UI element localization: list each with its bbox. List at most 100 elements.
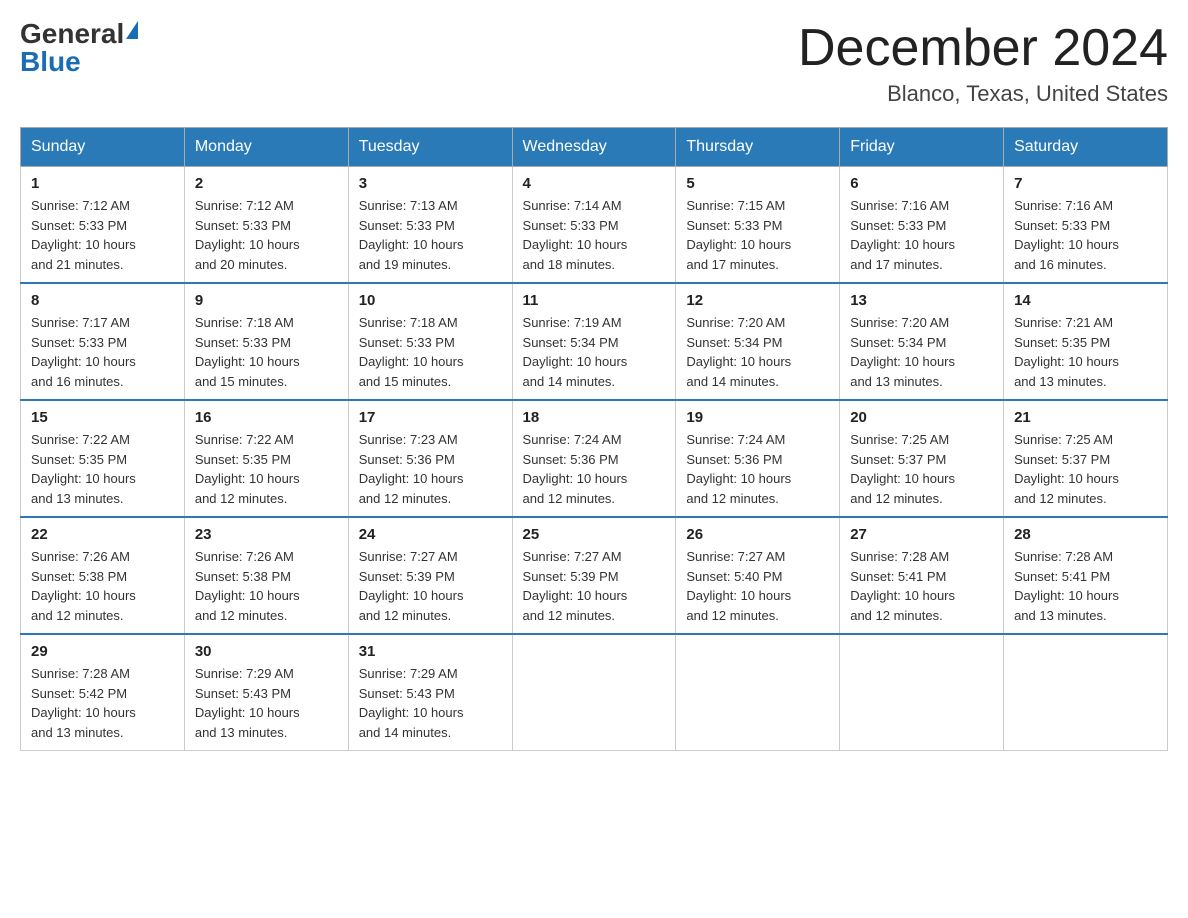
day-number: 26 <box>686 526 829 543</box>
header-monday: Monday <box>184 128 348 167</box>
table-row: 12 Sunrise: 7:20 AM Sunset: 5:34 PM Dayl… <box>676 283 840 400</box>
day-info: Sunrise: 7:20 AM Sunset: 5:34 PM Dayligh… <box>850 313 993 391</box>
page-header: General Blue December 2024 Blanco, Texas… <box>20 20 1168 107</box>
calendar-week-row: 15 Sunrise: 7:22 AM Sunset: 5:35 PM Dayl… <box>21 400 1168 517</box>
day-number: 21 <box>1014 409 1157 426</box>
day-number: 3 <box>359 175 502 192</box>
table-row: 13 Sunrise: 7:20 AM Sunset: 5:34 PM Dayl… <box>840 283 1004 400</box>
header-thursday: Thursday <box>676 128 840 167</box>
day-info: Sunrise: 7:21 AM Sunset: 5:35 PM Dayligh… <box>1014 313 1157 391</box>
calendar-week-row: 29 Sunrise: 7:28 AM Sunset: 5:42 PM Dayl… <box>21 634 1168 751</box>
day-number: 5 <box>686 175 829 192</box>
day-info: Sunrise: 7:12 AM Sunset: 5:33 PM Dayligh… <box>195 196 338 274</box>
logo-triangle-icon <box>126 21 138 39</box>
day-number: 18 <box>523 409 666 426</box>
day-info: Sunrise: 7:25 AM Sunset: 5:37 PM Dayligh… <box>850 430 993 508</box>
table-row: 31 Sunrise: 7:29 AM Sunset: 5:43 PM Dayl… <box>348 634 512 751</box>
table-row: 17 Sunrise: 7:23 AM Sunset: 5:36 PM Dayl… <box>348 400 512 517</box>
day-number: 24 <box>359 526 502 543</box>
header-wednesday: Wednesday <box>512 128 676 167</box>
day-number: 30 <box>195 643 338 660</box>
day-info: Sunrise: 7:24 AM Sunset: 5:36 PM Dayligh… <box>686 430 829 508</box>
table-row: 3 Sunrise: 7:13 AM Sunset: 5:33 PM Dayli… <box>348 167 512 284</box>
day-number: 16 <box>195 409 338 426</box>
day-number: 8 <box>31 292 174 309</box>
day-info: Sunrise: 7:22 AM Sunset: 5:35 PM Dayligh… <box>195 430 338 508</box>
table-row: 18 Sunrise: 7:24 AM Sunset: 5:36 PM Dayl… <box>512 400 676 517</box>
calendar-week-row: 8 Sunrise: 7:17 AM Sunset: 5:33 PM Dayli… <box>21 283 1168 400</box>
day-number: 28 <box>1014 526 1157 543</box>
day-info: Sunrise: 7:26 AM Sunset: 5:38 PM Dayligh… <box>195 547 338 625</box>
header-saturday: Saturday <box>1004 128 1168 167</box>
calendar-header-row: Sunday Monday Tuesday Wednesday Thursday… <box>21 128 1168 167</box>
day-info: Sunrise: 7:18 AM Sunset: 5:33 PM Dayligh… <box>359 313 502 391</box>
day-number: 15 <box>31 409 174 426</box>
table-row: 11 Sunrise: 7:19 AM Sunset: 5:34 PM Dayl… <box>512 283 676 400</box>
day-number: 13 <box>850 292 993 309</box>
table-row: 28 Sunrise: 7:28 AM Sunset: 5:41 PM Dayl… <box>1004 517 1168 634</box>
table-row: 15 Sunrise: 7:22 AM Sunset: 5:35 PM Dayl… <box>21 400 185 517</box>
header-friday: Friday <box>840 128 1004 167</box>
day-number: 6 <box>850 175 993 192</box>
day-info: Sunrise: 7:27 AM Sunset: 5:40 PM Dayligh… <box>686 547 829 625</box>
day-info: Sunrise: 7:17 AM Sunset: 5:33 PM Dayligh… <box>31 313 174 391</box>
day-info: Sunrise: 7:16 AM Sunset: 5:33 PM Dayligh… <box>850 196 993 274</box>
day-number: 20 <box>850 409 993 426</box>
day-info: Sunrise: 7:28 AM Sunset: 5:42 PM Dayligh… <box>31 664 174 742</box>
day-number: 1 <box>31 175 174 192</box>
table-row: 24 Sunrise: 7:27 AM Sunset: 5:39 PM Dayl… <box>348 517 512 634</box>
day-info: Sunrise: 7:29 AM Sunset: 5:43 PM Dayligh… <box>195 664 338 742</box>
day-info: Sunrise: 7:27 AM Sunset: 5:39 PM Dayligh… <box>523 547 666 625</box>
location-text: Blanco, Texas, United States <box>798 81 1168 107</box>
day-number: 23 <box>195 526 338 543</box>
table-row <box>840 634 1004 751</box>
day-number: 27 <box>850 526 993 543</box>
table-row: 10 Sunrise: 7:18 AM Sunset: 5:33 PM Dayl… <box>348 283 512 400</box>
table-row: 25 Sunrise: 7:27 AM Sunset: 5:39 PM Dayl… <box>512 517 676 634</box>
day-number: 14 <box>1014 292 1157 309</box>
day-number: 12 <box>686 292 829 309</box>
table-row <box>512 634 676 751</box>
table-row <box>1004 634 1168 751</box>
logo-general-text: General <box>20 18 124 49</box>
day-info: Sunrise: 7:26 AM Sunset: 5:38 PM Dayligh… <box>31 547 174 625</box>
table-row: 21 Sunrise: 7:25 AM Sunset: 5:37 PM Dayl… <box>1004 400 1168 517</box>
day-number: 2 <box>195 175 338 192</box>
table-row: 22 Sunrise: 7:26 AM Sunset: 5:38 PM Dayl… <box>21 517 185 634</box>
table-row: 29 Sunrise: 7:28 AM Sunset: 5:42 PM Dayl… <box>21 634 185 751</box>
table-row: 7 Sunrise: 7:16 AM Sunset: 5:33 PM Dayli… <box>1004 167 1168 284</box>
day-info: Sunrise: 7:18 AM Sunset: 5:33 PM Dayligh… <box>195 313 338 391</box>
day-number: 10 <box>359 292 502 309</box>
day-info: Sunrise: 7:12 AM Sunset: 5:33 PM Dayligh… <box>31 196 174 274</box>
logo: General Blue <box>20 20 138 76</box>
month-title: December 2024 <box>798 20 1168 77</box>
day-number: 25 <box>523 526 666 543</box>
table-row: 14 Sunrise: 7:21 AM Sunset: 5:35 PM Dayl… <box>1004 283 1168 400</box>
day-info: Sunrise: 7:28 AM Sunset: 5:41 PM Dayligh… <box>850 547 993 625</box>
day-number: 4 <box>523 175 666 192</box>
table-row: 8 Sunrise: 7:17 AM Sunset: 5:33 PM Dayli… <box>21 283 185 400</box>
table-row: 20 Sunrise: 7:25 AM Sunset: 5:37 PM Dayl… <box>840 400 1004 517</box>
calendar-week-row: 22 Sunrise: 7:26 AM Sunset: 5:38 PM Dayl… <box>21 517 1168 634</box>
table-row: 27 Sunrise: 7:28 AM Sunset: 5:41 PM Dayl… <box>840 517 1004 634</box>
day-info: Sunrise: 7:23 AM Sunset: 5:36 PM Dayligh… <box>359 430 502 508</box>
table-row: 4 Sunrise: 7:14 AM Sunset: 5:33 PM Dayli… <box>512 167 676 284</box>
day-info: Sunrise: 7:13 AM Sunset: 5:33 PM Dayligh… <box>359 196 502 274</box>
table-row: 2 Sunrise: 7:12 AM Sunset: 5:33 PM Dayli… <box>184 167 348 284</box>
table-row: 5 Sunrise: 7:15 AM Sunset: 5:33 PM Dayli… <box>676 167 840 284</box>
day-info: Sunrise: 7:27 AM Sunset: 5:39 PM Dayligh… <box>359 547 502 625</box>
calendar-week-row: 1 Sunrise: 7:12 AM Sunset: 5:33 PM Dayli… <box>21 167 1168 284</box>
day-info: Sunrise: 7:22 AM Sunset: 5:35 PM Dayligh… <box>31 430 174 508</box>
table-row: 9 Sunrise: 7:18 AM Sunset: 5:33 PM Dayli… <box>184 283 348 400</box>
day-info: Sunrise: 7:19 AM Sunset: 5:34 PM Dayligh… <box>523 313 666 391</box>
day-info: Sunrise: 7:20 AM Sunset: 5:34 PM Dayligh… <box>686 313 829 391</box>
logo-blue-text: Blue <box>20 46 81 77</box>
day-number: 22 <box>31 526 174 543</box>
title-area: December 2024 Blanco, Texas, United Stat… <box>798 20 1168 107</box>
table-row: 23 Sunrise: 7:26 AM Sunset: 5:38 PM Dayl… <box>184 517 348 634</box>
table-row: 1 Sunrise: 7:12 AM Sunset: 5:33 PM Dayli… <box>21 167 185 284</box>
day-info: Sunrise: 7:28 AM Sunset: 5:41 PM Dayligh… <box>1014 547 1157 625</box>
day-info: Sunrise: 7:24 AM Sunset: 5:36 PM Dayligh… <box>523 430 666 508</box>
day-number: 9 <box>195 292 338 309</box>
table-row: 16 Sunrise: 7:22 AM Sunset: 5:35 PM Dayl… <box>184 400 348 517</box>
